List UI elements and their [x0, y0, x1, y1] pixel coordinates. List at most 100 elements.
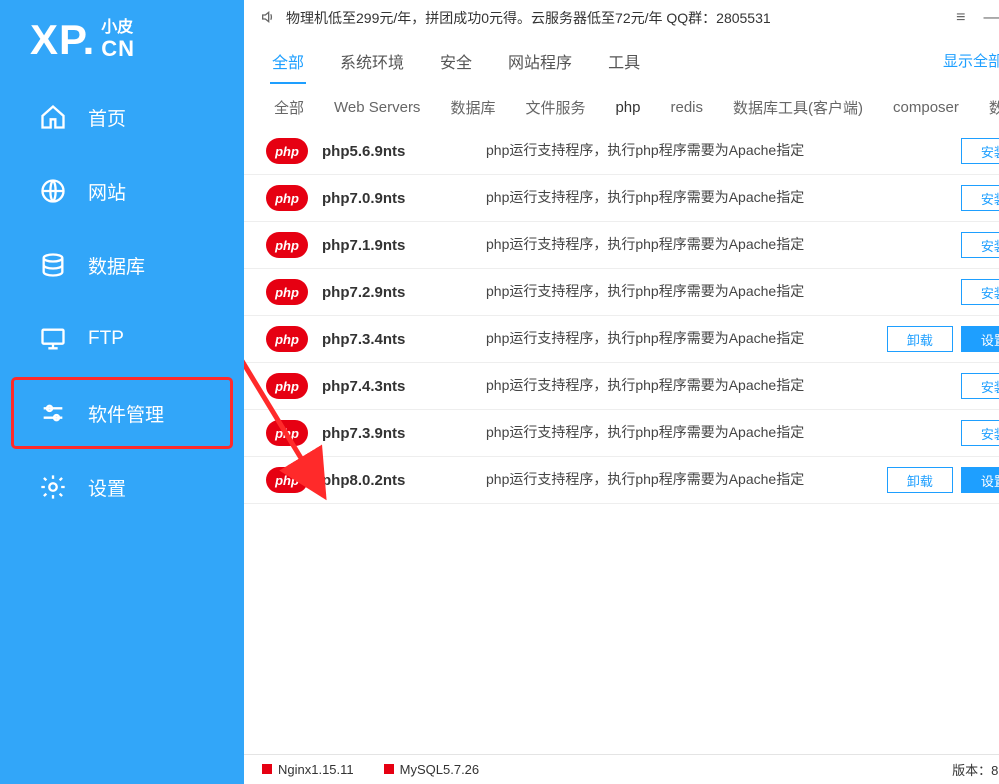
package-actions: 安装 — [961, 373, 999, 399]
version: 版本：8.1.1.3 — [952, 760, 999, 779]
logo: XP. 小皮 CN — [0, 0, 244, 74]
primary-tabs: 全部 系统环境 安全 网站程序 工具 显示全部 ▼ — [244, 36, 999, 86]
php-icon: php — [266, 279, 308, 305]
package-actions: 安装 — [961, 279, 999, 305]
install-button[interactable]: 安装 — [961, 373, 999, 399]
subtab-file[interactable]: 文件服务 — [515, 91, 595, 124]
package-row: phpphp7.3.9ntsphp运行支持程序，执行php程序需要为Apache… — [244, 410, 999, 457]
nav-website[interactable]: 网站 — [0, 154, 244, 228]
package-desc: php运行支持程序，执行php程序需要为Apache指定 — [486, 329, 873, 349]
tab-env[interactable]: 系统环境 — [338, 39, 406, 83]
package-name: php7.0.9nts — [322, 190, 472, 207]
uninstall-button[interactable]: 卸载 — [887, 467, 953, 493]
package-desc: php运行支持程序，执行php程序需要为Apache指定 — [486, 376, 947, 396]
subtab-data[interactable]: 数据 — [979, 91, 999, 124]
nav-software[interactable]: 软件管理 — [10, 376, 234, 450]
nav-list: 首页 网站 数据库 FTP 软件管理 — [0, 74, 244, 524]
globe-icon — [38, 176, 68, 206]
package-actions: 安装 — [961, 232, 999, 258]
package-row: php php7.1.9nts php运行支持程序，执行php程序需要为Apache… — [244, 222, 999, 269]
minimize-button[interactable]: — — [979, 7, 999, 29]
install-button[interactable]: 安装 — [961, 232, 999, 258]
package-row: php php7.2.9nts php运行支持程序，执行php程序需要为Apache… — [244, 269, 999, 316]
package-desc: php运行支持程序，执行php程序需要为Apache指定 — [486, 470, 873, 490]
package-actions: 卸载设置 — [887, 326, 999, 352]
package-name: php7.1.9nts — [322, 237, 472, 254]
install-button[interactable]: 安装 — [961, 279, 999, 305]
main: 物理机低至299元/年，拼团成功0元得。云服务器低至72元/年 QQ群：2805… — [244, 0, 999, 784]
package-desc: php运行支持程序，执行php程序需要为Apache指定 — [486, 188, 947, 208]
package-row: phpphp5.6.9ntsphp运行支持程序，执行php程序需要为Apache… — [244, 128, 999, 175]
uninstall-button[interactable]: 卸载 — [887, 326, 953, 352]
install-button[interactable]: 安装 — [961, 420, 999, 446]
tab-all[interactable]: 全部 — [270, 39, 306, 83]
package-desc: php运行支持程序，执行php程序需要为Apache指定 — [486, 282, 947, 302]
package-name: php7.4.3nts — [322, 378, 472, 395]
package-actions: 安装 — [961, 138, 999, 164]
subtab-redis[interactable]: redis — [661, 93, 714, 122]
status-mysql: MySQL5.7.26 — [384, 762, 480, 777]
php-icon: php — [266, 232, 308, 258]
tab-web[interactable]: 网站程序 — [506, 39, 574, 83]
monitor-icon — [38, 324, 68, 354]
php-icon: php — [266, 326, 308, 352]
announcement-text: 物理机低至299元/年，拼团成功0元得。云服务器低至72元/年 QQ群：2805… — [286, 8, 942, 28]
logo-cn-text: CN — [101, 37, 135, 61]
subtab-composer[interactable]: composer — [883, 93, 969, 122]
logo-xp: XP. — [30, 16, 95, 64]
php-icon: php — [266, 467, 308, 493]
logo-cn: 小皮 CN — [101, 19, 135, 61]
settings-button[interactable]: 设置 — [961, 326, 999, 352]
subtab-db[interactable]: 数据库 — [440, 91, 505, 124]
show-all-label: 显示全部 — [943, 50, 999, 71]
package-desc: php运行支持程序，执行php程序需要为Apache指定 — [486, 423, 947, 443]
package-row: php php8.0.2nts php运行支持程序，执行php程序需要为Apache… — [244, 457, 999, 504]
topbar: 物理机低至299元/年，拼团成功0元得。云服务器低至72元/年 QQ群：2805… — [244, 0, 999, 36]
sliders-icon — [38, 398, 68, 428]
nav-label: 网站 — [88, 178, 126, 205]
menu-button[interactable]: ≡ — [952, 7, 969, 29]
home-icon — [38, 102, 68, 132]
php-icon: php — [266, 185, 308, 211]
package-name: php7.2.9nts — [322, 284, 472, 301]
package-row: php php7.0.9nts php运行支持程序，执行php程序需要为Apache… — [244, 175, 999, 222]
package-name: php5.6.9nts — [322, 143, 472, 160]
status-dot-icon — [384, 764, 394, 774]
package-name: php8.0.2nts — [322, 472, 472, 489]
statusbar: Nginx1.15.11 MySQL5.7.26 版本：8.1.1.3 — [244, 754, 999, 784]
nav-ftp[interactable]: FTP — [0, 302, 244, 376]
nav-home[interactable]: 首页 — [0, 80, 244, 154]
php-icon: php — [266, 373, 308, 399]
status-nginx: Nginx1.15.11 — [262, 762, 354, 777]
php-icon: php — [266, 138, 308, 164]
show-all-toggle[interactable]: 显示全部 ▼ — [943, 50, 999, 71]
subtab-all[interactable]: 全部 — [264, 91, 314, 124]
install-button[interactable]: 安装 — [961, 185, 999, 211]
package-desc: php运行支持程序，执行php程序需要为Apache指定 — [486, 235, 947, 255]
subtab-php[interactable]: php — [605, 93, 650, 122]
settings-button[interactable]: 设置 — [961, 467, 999, 493]
nav-label: 设置 — [88, 474, 126, 501]
nav-label: 数据库 — [88, 252, 145, 279]
package-row: php php7.3.4nts php运行支持程序，执行php程序需要为Apache… — [244, 316, 999, 363]
package-actions: 安装 — [961, 420, 999, 446]
package-row: php php7.4.3nts php运行支持程序，执行php程序需要为Apache… — [244, 363, 999, 410]
gear-icon — [38, 472, 68, 502]
package-name: php7.3.9nts — [322, 425, 472, 442]
subtab-webservers[interactable]: Web Servers — [324, 93, 430, 122]
logo-small: 小皮 — [101, 19, 135, 37]
nav-settings[interactable]: 设置 — [0, 450, 244, 524]
sub-tabs: 全部 Web Servers 数据库 文件服务 php redis 数据库工具(… — [244, 86, 999, 128]
nav-database[interactable]: 数据库 — [0, 228, 244, 302]
package-name: php7.3.4nts — [322, 331, 472, 348]
tab-tools[interactable]: 工具 — [606, 39, 642, 83]
package-list: php php5.6.9nts php运行支持程序，执行php程序需要为Apache… — [244, 128, 999, 754]
sidebar: XP. 小皮 CN 首页 网站 数据库 F — [0, 0, 244, 784]
package-actions: 安装 — [961, 185, 999, 211]
tab-security[interactable]: 安全 — [438, 39, 474, 83]
package-actions: 卸载设置 — [887, 467, 999, 493]
speaker-icon — [260, 9, 276, 28]
subtab-dbtool[interactable]: 数据库工具(客户端) — [723, 91, 873, 124]
nav-label: FTP — [88, 328, 124, 350]
install-button[interactable]: 安装 — [961, 138, 999, 164]
